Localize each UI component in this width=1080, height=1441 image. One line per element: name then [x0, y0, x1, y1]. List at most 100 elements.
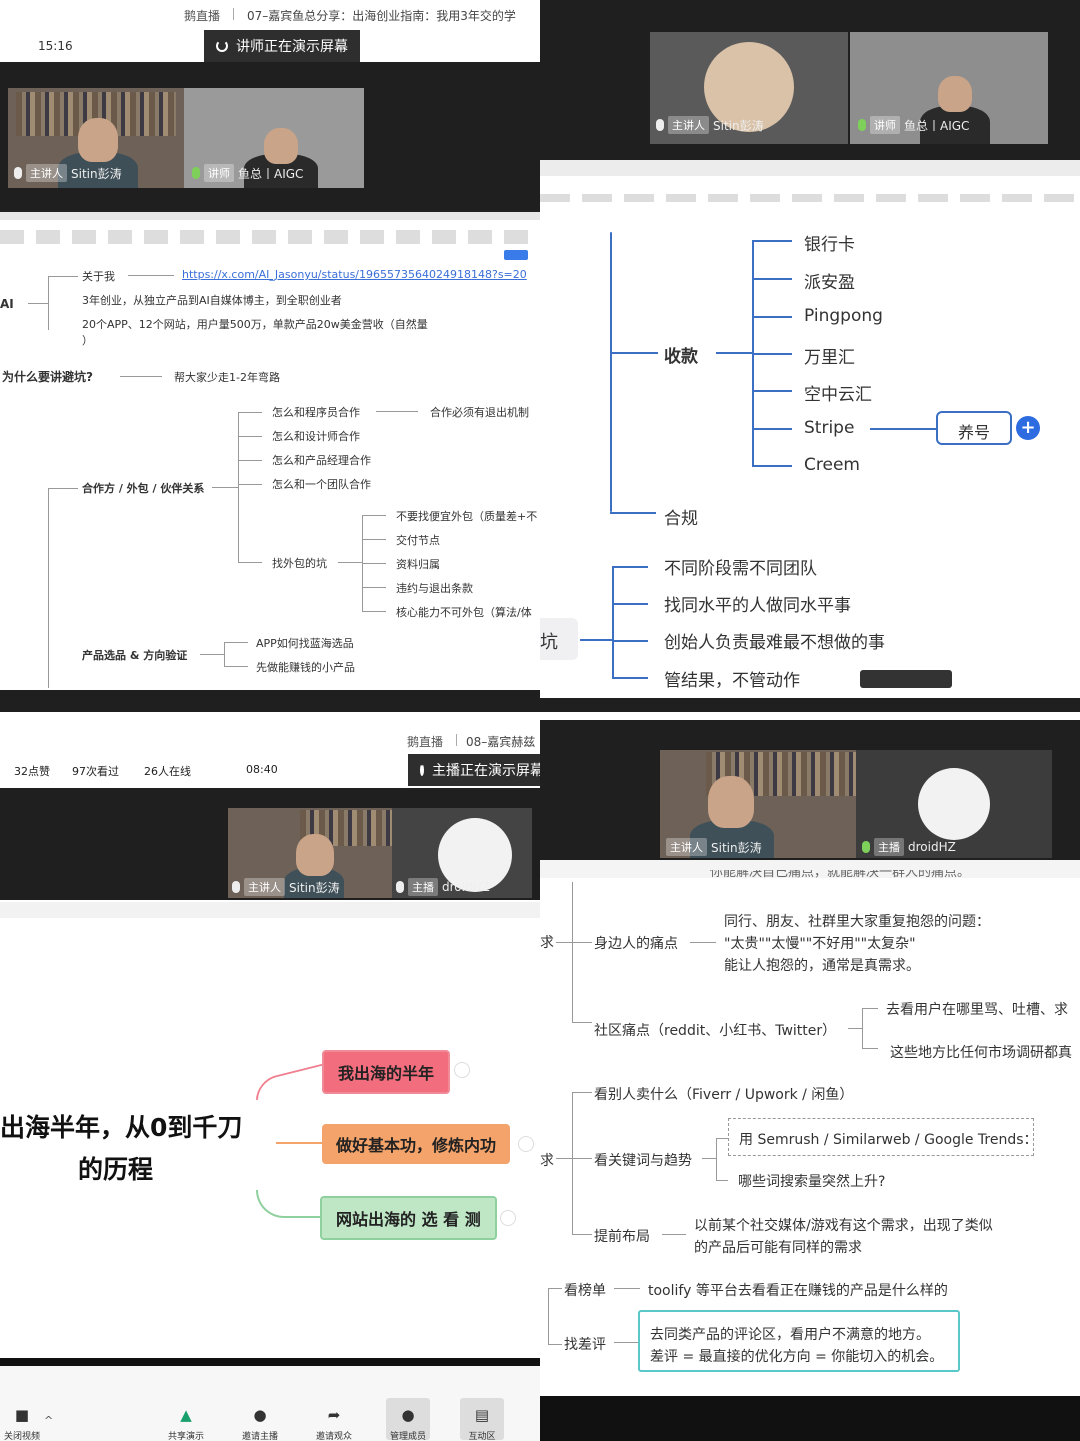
guest-name: droidHZ [442, 880, 490, 894]
branch-node[interactable]: 我出海的半年 [322, 1050, 451, 1094]
taskbar [540, 1396, 1080, 1441]
coop-item: 怎么和程序员合作 [272, 406, 360, 419]
likes-count: 32点赞 [14, 765, 50, 778]
chat-icon: ▤ [474, 1406, 490, 1424]
guest-video[interactable]: 主播 droidHZ [856, 750, 1052, 858]
coop-item: 怎么和产品经理合作 [272, 454, 371, 467]
share-button[interactable] [504, 250, 528, 260]
keyword-node: 看关键词与趋势 [594, 1153, 692, 1169]
floating-toolbar[interactable] [860, 670, 952, 688]
host-video[interactable]: 主讲人 Sitin彭涛 [660, 750, 856, 858]
community-item: 去看用户在哪里骂、吐槽、求 [886, 1002, 1068, 1018]
share-arrow-icon: ➦ [327, 1406, 341, 1424]
branch-node[interactable]: 做好基本功，修炼内功 [322, 1124, 511, 1164]
guest-video[interactable]: 讲师 鱼总丨AIGC [184, 88, 364, 188]
bad-review-box[interactable]: 去同类产品的评论区，看用户不满意的地方。 差评 = 最直接的优化方向 = 你能切… [638, 1310, 960, 1372]
stripe-child-box[interactable]: 养号 [936, 411, 1012, 445]
collapse-icon[interactable] [500, 1210, 516, 1226]
presenting-banner[interactable]: 主播正在演示屏幕 [408, 754, 540, 786]
interaction-button[interactable]: ▤ 互动区 [460, 1398, 504, 1441]
coop-node: 合作方 / 外包 / 伙伴关系 [82, 482, 205, 495]
early-line1: 以前某个社交媒体/游戏有这个需求，出现了类似 [694, 1218, 993, 1234]
about-line1: 3年创业，从独立产品到AI自媒体博主，到全职创业者 [82, 294, 342, 307]
header-title: 07–嘉宾鱼总分享：出海创业指南：我用3年交的学 [247, 9, 516, 23]
outsource-item: 核心能力不可外包（算法/体 [396, 606, 532, 619]
mic-icon [192, 167, 200, 179]
host-video[interactable]: 主讲人 Sitin彭涛 [650, 32, 848, 144]
connector [224, 642, 248, 643]
connector [362, 587, 386, 588]
guest-face [938, 76, 972, 112]
host-face [708, 776, 754, 828]
connector [610, 512, 656, 514]
button-label: 关闭视频 [3, 1432, 40, 1441]
mic-icon [396, 881, 404, 893]
guest-tag: 讲师 鱼总丨AIGC [192, 164, 303, 182]
toggle-video-button[interactable]: ■ 关闭视频 [0, 1404, 44, 1441]
left-node: 求 [540, 1153, 554, 1169]
mic-icon [656, 119, 664, 131]
connector [572, 942, 592, 943]
app-toolbar [540, 194, 1080, 202]
host-tag: 主讲人 Sitin彭涛 [656, 116, 764, 134]
guest-video[interactable]: 讲师 鱼总丨AIGC [850, 32, 1048, 144]
chevron-up-icon[interactable]: ^ [44, 1414, 53, 1427]
clock: 15:16 [38, 39, 73, 53]
host-face [78, 118, 118, 162]
button-label: 邀请主播 [241, 1432, 278, 1441]
connector [612, 677, 648, 679]
connector [612, 566, 614, 678]
about-link[interactable]: https://x.com/AI_Jasonyu/status/19655735… [182, 268, 527, 281]
product-item: 先做能赚钱的小产品 [256, 661, 355, 674]
connector [716, 1138, 717, 1180]
rank-value: toolify 等平台去看看正在赚钱的产品是什么样的 [648, 1283, 948, 1299]
branch-connector [276, 1142, 322, 1144]
branch-node[interactable]: 网站出海的 选 看 测 [320, 1196, 497, 1240]
left-node: 求 [540, 935, 554, 951]
invite-host-button[interactable]: ● 邀请主播 [238, 1404, 282, 1441]
guest-video[interactable]: 主播 droidHZ [392, 808, 532, 898]
connector [48, 276, 49, 330]
connector [716, 1138, 728, 1139]
team-item: 创始人负责最难最不想做的事 [664, 633, 885, 653]
presenting-label: 主播正在演示屏幕 [432, 763, 540, 779]
guest-tag: 主播 droidHZ [862, 838, 956, 856]
header-divider [233, 8, 234, 20]
connector [376, 411, 418, 412]
keyword-tool-box[interactable]: 用 Semrush / Similarweb / Google Trends： [728, 1118, 1038, 1156]
manage-members-button[interactable]: ● 管理成员 [386, 1398, 430, 1441]
collapse-icon[interactable] [518, 1136, 534, 1152]
coop-note: 合作必须有退出机制 [430, 406, 529, 419]
connector [120, 376, 162, 377]
app-titlebar [0, 212, 540, 220]
host-name: Sitin彭涛 [713, 118, 764, 133]
app-toolbar [0, 230, 540, 244]
connector [752, 316, 792, 318]
root-node: AI [0, 297, 14, 311]
host-role: 主讲人 [668, 116, 709, 134]
connector [556, 1158, 572, 1159]
app-titlebar [540, 160, 1080, 176]
presenting-banner[interactable]: 讲师正在演示屏幕 [204, 30, 360, 62]
app-titlebar [0, 902, 540, 918]
connector [752, 465, 792, 467]
connector [362, 515, 386, 516]
mic-icon [862, 841, 870, 853]
connector [580, 639, 612, 641]
connector [224, 642, 225, 666]
guest-role: 主播 [874, 838, 904, 856]
connector [752, 353, 792, 355]
clock: 08:40 [246, 763, 278, 776]
invite-audience-button[interactable]: ➦ 邀请观众 [312, 1404, 356, 1441]
keyword-tool: 用 Semrush / Similarweb / Google Trends： [739, 1132, 1038, 1148]
button-label: 互动区 [468, 1432, 496, 1441]
connector [862, 1008, 878, 1009]
outsource-item: 违约与退出条款 [396, 582, 473, 595]
share-screen-button[interactable]: ▲ 共享演示 [164, 1404, 208, 1441]
host-video[interactable]: 主讲人 Sitin彭涛 [228, 808, 392, 898]
collect-item: Creem [804, 455, 860, 475]
add-node-icon[interactable]: + [1016, 416, 1040, 440]
header-title: 08–嘉宾赫兹 [466, 735, 536, 749]
host-video[interactable]: 主讲人 Sitin彭涛 [8, 88, 184, 188]
collapse-icon[interactable] [454, 1062, 470, 1078]
